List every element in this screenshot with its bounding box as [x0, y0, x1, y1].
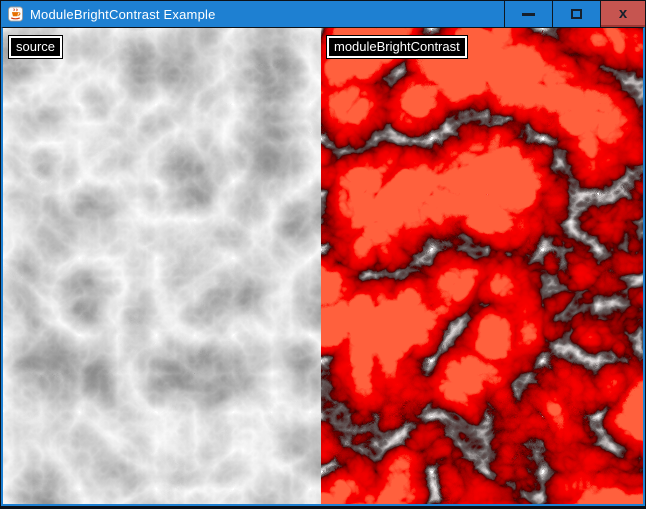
source-noise-image — [3, 28, 321, 504]
minimize-button[interactable] — [504, 1, 552, 27]
close-icon: x — [619, 6, 627, 21]
java-coffee-cup-icon — [8, 6, 23, 22]
module-output-panel: moduleBrightContrast — [321, 28, 643, 504]
window-title: ModuleBrightContrast Example — [30, 7, 216, 22]
source-label: source — [9, 36, 62, 58]
maximize-icon — [571, 9, 582, 19]
close-button[interactable]: x — [600, 1, 645, 27]
content-area: source — [1, 27, 645, 506]
titlebar[interactable]: ModuleBrightContrast Example x — [1, 1, 645, 27]
app-window: ModuleBrightContrast Example x — [0, 0, 646, 509]
module-output-label: moduleBrightContrast — [327, 36, 467, 58]
source-image-panel: source — [3, 28, 321, 504]
module-output-image — [321, 28, 643, 504]
window-controls: x — [504, 1, 645, 27]
maximize-button[interactable] — [552, 1, 600, 27]
minimize-icon — [522, 13, 535, 16]
